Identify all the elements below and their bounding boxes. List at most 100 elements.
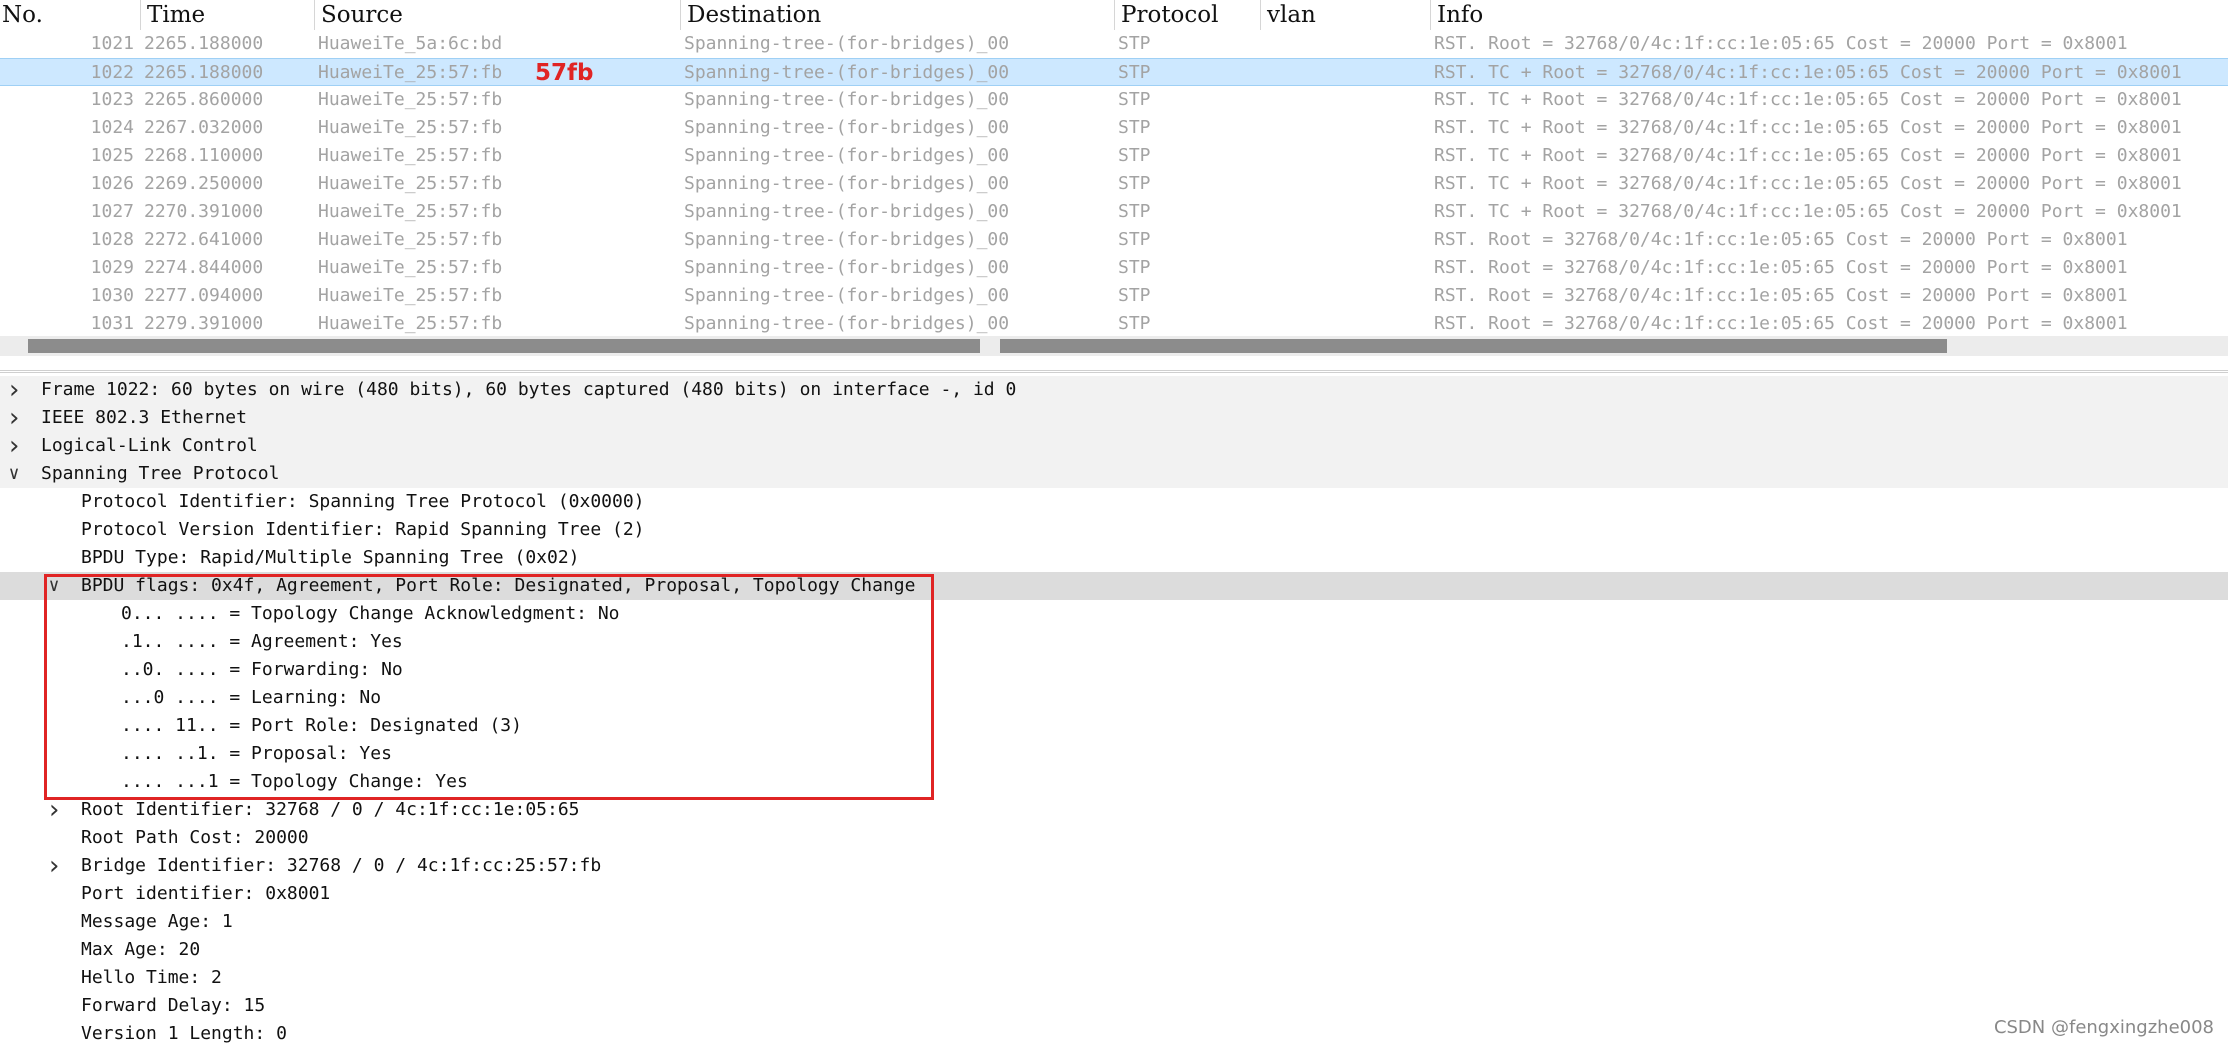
packet-cell-destination: Spanning-tree-(for-bridges)_00 (684, 62, 1010, 83)
chevron-right-icon[interactable]: › (44, 796, 64, 824)
packet-cell-source: HuaweiTe_5a:6c:bd (318, 33, 503, 54)
packet-row[interactable]: 1025 2268.110000 HuaweiTe_25:57:fb Spanning… (0, 142, 2228, 170)
horizontal-scrollbar[interactable] (0, 336, 2228, 356)
tree-row[interactable]: Forward Delay: 15 (0, 992, 2228, 1020)
scrollbar-thumb-right[interactable] (1000, 339, 1947, 353)
tree-row[interactable]: › Logical-Link Control (0, 432, 2228, 460)
tree-row[interactable]: .1.. .... = Agreement: Yes (0, 628, 2228, 656)
tree-row-text: Root Identifier: 32768 / 0 / 4c:1f:cc:1e… (81, 799, 580, 820)
tree-row[interactable]: BPDU Type: Rapid/Multiple Spanning Tree … (0, 544, 2228, 572)
packet-cell-time: 2274.844000 (144, 257, 264, 278)
packet-row[interactable]: 1023 2265.860000 HuaweiTe_25:57:fb Spanning… (0, 86, 2228, 114)
tree-row[interactable]: › Root Identifier: 32768 / 0 / 4c:1f:cc:1… (0, 796, 2228, 824)
tree-row[interactable]: Protocol Identifier: Spanning Tree Proto… (0, 488, 2228, 516)
packet-cell-protocol: STP (1118, 33, 1151, 54)
packet-row[interactable]: 1024 2267.032000 HuaweiTe_25:57:fb Spanning… (0, 114, 2228, 142)
column-header-time[interactable]: Time (140, 0, 314, 30)
tree-row[interactable]: Port identifier: 0x8001 (0, 880, 2228, 908)
tree-row[interactable]: 0... .... = Topology Change Acknowledgme… (0, 600, 2228, 628)
scrollbar-thumb-left[interactable] (28, 339, 980, 353)
tree-row-text: Protocol Identifier: Spanning Tree Proto… (81, 491, 645, 512)
tree-row[interactable]: › Bridge Identifier: 32768 / 0 / 4c:1f:cc… (0, 852, 2228, 880)
tree-row[interactable]: Max Age: 20 (0, 936, 2228, 964)
packet-row[interactable]: 1022 2265.188000 HuaweiTe_25:57:fb Spanning… (0, 58, 2228, 86)
packet-cell-protocol: STP (1118, 313, 1151, 334)
tree-row[interactable]: .... ...1 = Topology Change: Yes (0, 768, 2228, 796)
packet-row[interactable]: 1028 2272.641000 HuaweiTe_25:57:fb Spanning… (0, 226, 2228, 254)
packet-cell-destination: Spanning-tree-(for-bridges)_00 (684, 201, 1010, 222)
column-header-vlan[interactable]: vlan (1260, 0, 1430, 30)
packet-cell-source: HuaweiTe_25:57:fb (318, 229, 503, 250)
chevron-right-icon[interactable]: › (4, 404, 24, 432)
packet-cell-time: 2267.032000 (144, 117, 264, 138)
tree-row-text: Spanning Tree Protocol (41, 463, 280, 484)
packet-cell-info: RST. Root = 32768/0/4c:1f:cc:1e:05:65 Co… (1434, 33, 2128, 54)
tree-row-text: BPDU Type: Rapid/Multiple Spanning Tree … (81, 547, 580, 568)
packet-cell-time: 2272.641000 (144, 229, 264, 250)
packet-cell-destination: Spanning-tree-(for-bridges)_00 (684, 285, 1010, 306)
tree-row-text: Version 1 Length: 0 (81, 1023, 287, 1044)
packet-cell-time: 2268.110000 (144, 145, 264, 166)
tree-row-text: ..0. .... = Forwarding: No (121, 659, 403, 680)
tree-row[interactable]: Hello Time: 2 (0, 964, 2228, 992)
packet-row[interactable]: 1029 2274.844000 HuaweiTe_25:57:fb Spanning… (0, 254, 2228, 282)
tree-row-text: .... 11.. = Port Role: Designated (3) (121, 715, 522, 736)
packet-cell-protocol: STP (1118, 89, 1151, 110)
tree-row-text: BPDU flags: 0x4f, Agreement, Port Role: … (81, 575, 916, 596)
tree-row-text: 0... .... = Topology Change Acknowledgme… (121, 603, 620, 624)
column-header-protocol[interactable]: Protocol (1114, 0, 1260, 30)
tree-row[interactable]: Message Age: 1 (0, 908, 2228, 936)
chevron-right-icon[interactable]: › (4, 376, 24, 404)
tree-row[interactable]: ...0 .... = Learning: No (0, 684, 2228, 712)
tree-row[interactable]: ..0. .... = Forwarding: No (0, 656, 2228, 684)
chevron-right-icon[interactable]: › (44, 852, 64, 880)
pane-splitter[interactable] (0, 370, 2228, 373)
packet-cell-no: 1022 (90, 62, 134, 83)
chevron-right-icon[interactable]: › (4, 432, 24, 460)
packet-cell-info: RST. TC + Root = 32768/0/4c:1f:cc:1e:05:… (1434, 89, 2182, 110)
packet-cell-no: 1026 (90, 173, 134, 194)
packet-cell-source: HuaweiTe_25:57:fb (318, 201, 503, 222)
column-header-destination[interactable]: Destination (680, 0, 1114, 30)
column-header-source[interactable]: Source (314, 0, 680, 30)
packet-cell-time: 2279.391000 (144, 313, 264, 334)
packet-cell-no: 1031 (90, 313, 134, 334)
tree-row[interactable]: ∨ Spanning Tree Protocol (0, 460, 2228, 488)
tree-row[interactable]: Version 1 Length: 0 (0, 1020, 2228, 1048)
column-header-no[interactable]: No. (0, 0, 140, 30)
tree-row[interactable]: › Frame 1022: 60 bytes on wire (480 bits)… (0, 376, 2228, 404)
tree-row-text: IEEE 802.3 Ethernet (41, 407, 247, 428)
packet-row[interactable]: 1026 2269.250000 HuaweiTe_25:57:fb Spanning… (0, 170, 2228, 198)
packet-row[interactable]: 1021 2265.188000 HuaweiTe_5a:6c:bd Spanning… (0, 30, 2228, 58)
packet-row[interactable]: 1030 2277.094000 HuaweiTe_25:57:fb Spanning… (0, 282, 2228, 310)
packet-cell-source: HuaweiTe_25:57:fb (318, 117, 503, 138)
chevron-down-icon[interactable]: ∨ (44, 572, 64, 600)
packet-cell-protocol: STP (1118, 117, 1151, 138)
tree-row-text: Forward Delay: 15 (81, 995, 266, 1016)
tree-row[interactable]: .... ..1. = Proposal: Yes (0, 740, 2228, 768)
packet-cell-protocol: STP (1118, 285, 1151, 306)
packet-cell-info: RST. TC + Root = 32768/0/4c:1f:cc:1e:05:… (1434, 173, 2182, 194)
tree-row-text: Bridge Identifier: 32768 / 0 / 4c:1f:cc:… (81, 855, 602, 876)
annotation-label: 57fb (535, 60, 594, 86)
chevron-down-icon[interactable]: ∨ (4, 460, 24, 488)
tree-row-text: .... ..1. = Proposal: Yes (121, 743, 392, 764)
packet-cell-destination: Spanning-tree-(for-bridges)_00 (684, 173, 1010, 194)
packet-rows: 1021 2265.188000 HuaweiTe_5a:6c:bd Spanning… (0, 30, 2228, 338)
packet-cell-source: HuaweiTe_25:57:fb (318, 173, 503, 194)
packet-cell-destination: Spanning-tree-(for-bridges)_00 (684, 313, 1010, 334)
packet-cell-destination: Spanning-tree-(for-bridges)_00 (684, 145, 1010, 166)
tree-row[interactable]: Protocol Version Identifier: Rapid Spann… (0, 516, 2228, 544)
tree-row[interactable]: ∨ BPDU flags: 0x4f, Agreement, Port Role:… (0, 572, 2228, 600)
packet-row[interactable]: 1027 2270.391000 HuaweiTe_25:57:fb Spanning… (0, 198, 2228, 226)
packet-cell-source: HuaweiTe_25:57:fb (318, 62, 503, 83)
packet-row[interactable]: 1031 2279.391000 HuaweiTe_25:57:fb Spanning… (0, 310, 2228, 338)
packet-cell-info: RST. Root = 32768/0/4c:1f:cc:1e:05:65 Co… (1434, 229, 2128, 250)
packet-cell-protocol: STP (1118, 145, 1151, 166)
tree-row[interactable]: › IEEE 802.3 Ethernet (0, 404, 2228, 432)
tree-row-text: ...0 .... = Learning: No (121, 687, 382, 708)
column-header-info[interactable]: Info (1430, 0, 2228, 30)
packet-cell-protocol: STP (1118, 173, 1151, 194)
tree-row[interactable]: Root Path Cost: 20000 (0, 824, 2228, 852)
tree-row[interactable]: .... 11.. = Port Role: Designated (3) (0, 712, 2228, 740)
